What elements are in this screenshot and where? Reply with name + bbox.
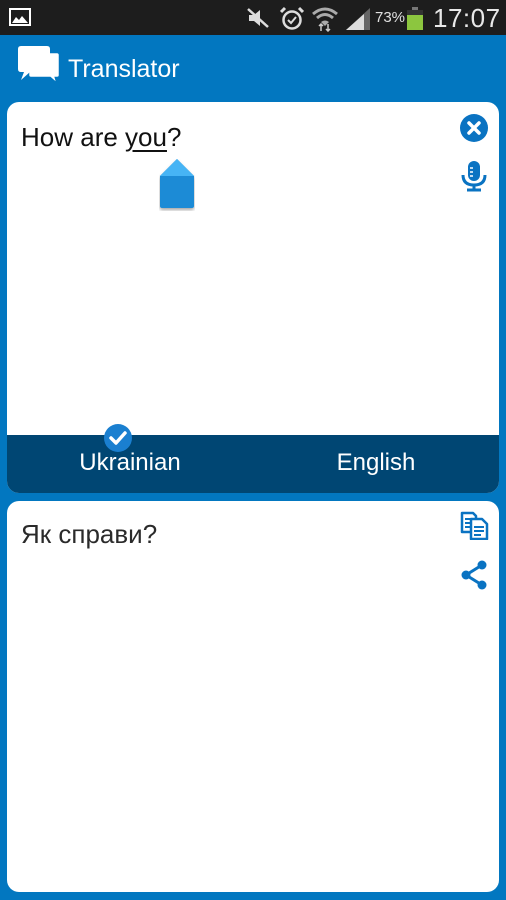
- text-cursor-handle[interactable]: [159, 159, 195, 211]
- share-icon: [461, 560, 487, 590]
- translation-panel: Як справи?: [7, 501, 499, 892]
- status-bar: 73% 17:07: [0, 0, 506, 35]
- misspelled-word[interactable]: you: [125, 122, 167, 152]
- mute-icon: [247, 8, 269, 28]
- copy-button[interactable]: [458, 509, 490, 541]
- app-bar: Translator: [0, 35, 506, 100]
- translation-text: Як справи?: [21, 519, 158, 549]
- alarm-icon: [279, 6, 305, 30]
- source-text-panel[interactable]: How are you? Ukrainian English: [7, 102, 499, 493]
- source-language-button[interactable]: Ukrainian: [7, 449, 253, 477]
- share-button[interactable]: [458, 559, 490, 591]
- battery-percent: 73%: [375, 9, 406, 26]
- voice-input-button[interactable]: [458, 160, 490, 192]
- microphone-icon: [461, 161, 487, 192]
- app-title: Translator: [68, 55, 180, 83]
- target-language-button[interactable]: English: [253, 449, 499, 477]
- close-circle-icon: [460, 114, 488, 142]
- copy-icon: [460, 511, 489, 540]
- signal-icon: [346, 8, 370, 30]
- chat-bubbles-icon: [18, 46, 61, 89]
- battery-icon: [407, 7, 423, 30]
- gallery-icon: [9, 8, 31, 26]
- language-bar: Ukrainian English: [7, 435, 499, 493]
- clear-button[interactable]: [458, 112, 490, 144]
- wifi-icon: [312, 7, 338, 32]
- source-text-input[interactable]: How are you?: [21, 122, 181, 153]
- clock: 17:07: [433, 3, 501, 33]
- check-circle-icon: [104, 424, 132, 452]
